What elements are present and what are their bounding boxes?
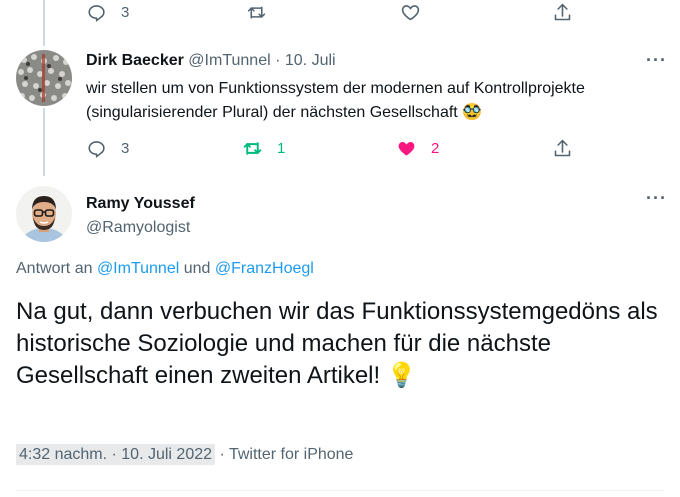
tweet-body: wir stellen um von Funktionssystem der m…: [86, 80, 585, 121]
lightbulb-emoji: 💡: [386, 362, 417, 389]
tweet-meta: 4:32 nachm. · 10. Juli 2022 · Twitter fo…: [16, 444, 354, 465]
tweet-source[interactable]: Twitter for iPhone: [229, 446, 354, 463]
retweet-count: 1: [277, 140, 286, 157]
tweet-body: Na gut, dann verbuchen wir das Funktions…: [16, 298, 658, 389]
like-icon: [401, 5, 420, 21]
reply-and: und: [183, 260, 211, 277]
meta-separator: ·: [275, 52, 281, 69]
disguise-emoji: 🥸: [462, 104, 483, 121]
reply-icon: [88, 5, 105, 22]
reply-prefix: Antwort an: [16, 260, 93, 277]
reply-icon: [88, 141, 105, 158]
top-reply-action[interactable]: 3: [86, 2, 129, 23]
like-count: 2: [431, 140, 440, 157]
dirk-tweet-text: wir stellen um von Funktionssystem der m…: [86, 77, 646, 125]
top-like-action[interactable]: [400, 2, 421, 23]
dirk-reply-action[interactable]: 3: [86, 138, 129, 159]
author-handle[interactable]: @Ramyologist: [86, 216, 195, 240]
tweet-timestamp[interactable]: 4:32 nachm. · 10. Juli 2022: [16, 444, 216, 465]
top-retweet-action[interactable]: [246, 2, 267, 23]
author-name[interactable]: Dirk Baecker: [86, 52, 184, 69]
ramy-author[interactable]: Ramy Youssef @Ramyologist: [86, 192, 195, 240]
top-share-action[interactable]: [552, 2, 573, 23]
reply-user-imtunnel[interactable]: @ImTunnel: [97, 260, 179, 277]
avatar-ramy-image: [16, 186, 72, 242]
author-handle[interactable]: @ImTunnel: [188, 52, 270, 69]
reply-count: 3: [121, 140, 130, 157]
avatar-dirk-image: [16, 50, 72, 106]
more-icon[interactable]: ···: [646, 50, 667, 71]
dirk-tweet-header: Dirk Baecker @ImTunnel · 10. Juli: [86, 52, 336, 70]
more-icon[interactable]: ···: [646, 188, 667, 209]
dirk-retweet-action[interactable]: 1: [242, 138, 285, 159]
tweet-date[interactable]: 10. Juli: [285, 52, 336, 69]
avatar-ramy[interactable]: [16, 186, 72, 242]
main-tweet-text: Na gut, dann verbuchen wir das Funktions…: [16, 296, 668, 392]
reply-context: Antwort an @ImTunnel und @FranzHoegl: [16, 260, 314, 278]
share-icon: [554, 3, 571, 21]
retweet-icon: [247, 6, 266, 19]
retweet-icon: [243, 142, 262, 155]
reply-user-franzhoegl[interactable]: @FranzHoegl: [215, 260, 314, 277]
dirk-like-action[interactable]: 2: [396, 138, 439, 159]
share-icon: [554, 139, 571, 157]
author-name[interactable]: Ramy Youssef: [86, 192, 195, 216]
thread-line-bottom: [43, 108, 45, 176]
like-icon: [398, 141, 415, 156]
avatar-dirk[interactable]: [16, 50, 72, 106]
dirk-share-action[interactable]: [552, 138, 573, 159]
meta-separator: ·: [219, 446, 225, 463]
reply-count: 3: [121, 4, 130, 21]
thread-line-top: [43, 0, 45, 46]
bottom-divider: [16, 490, 664, 491]
